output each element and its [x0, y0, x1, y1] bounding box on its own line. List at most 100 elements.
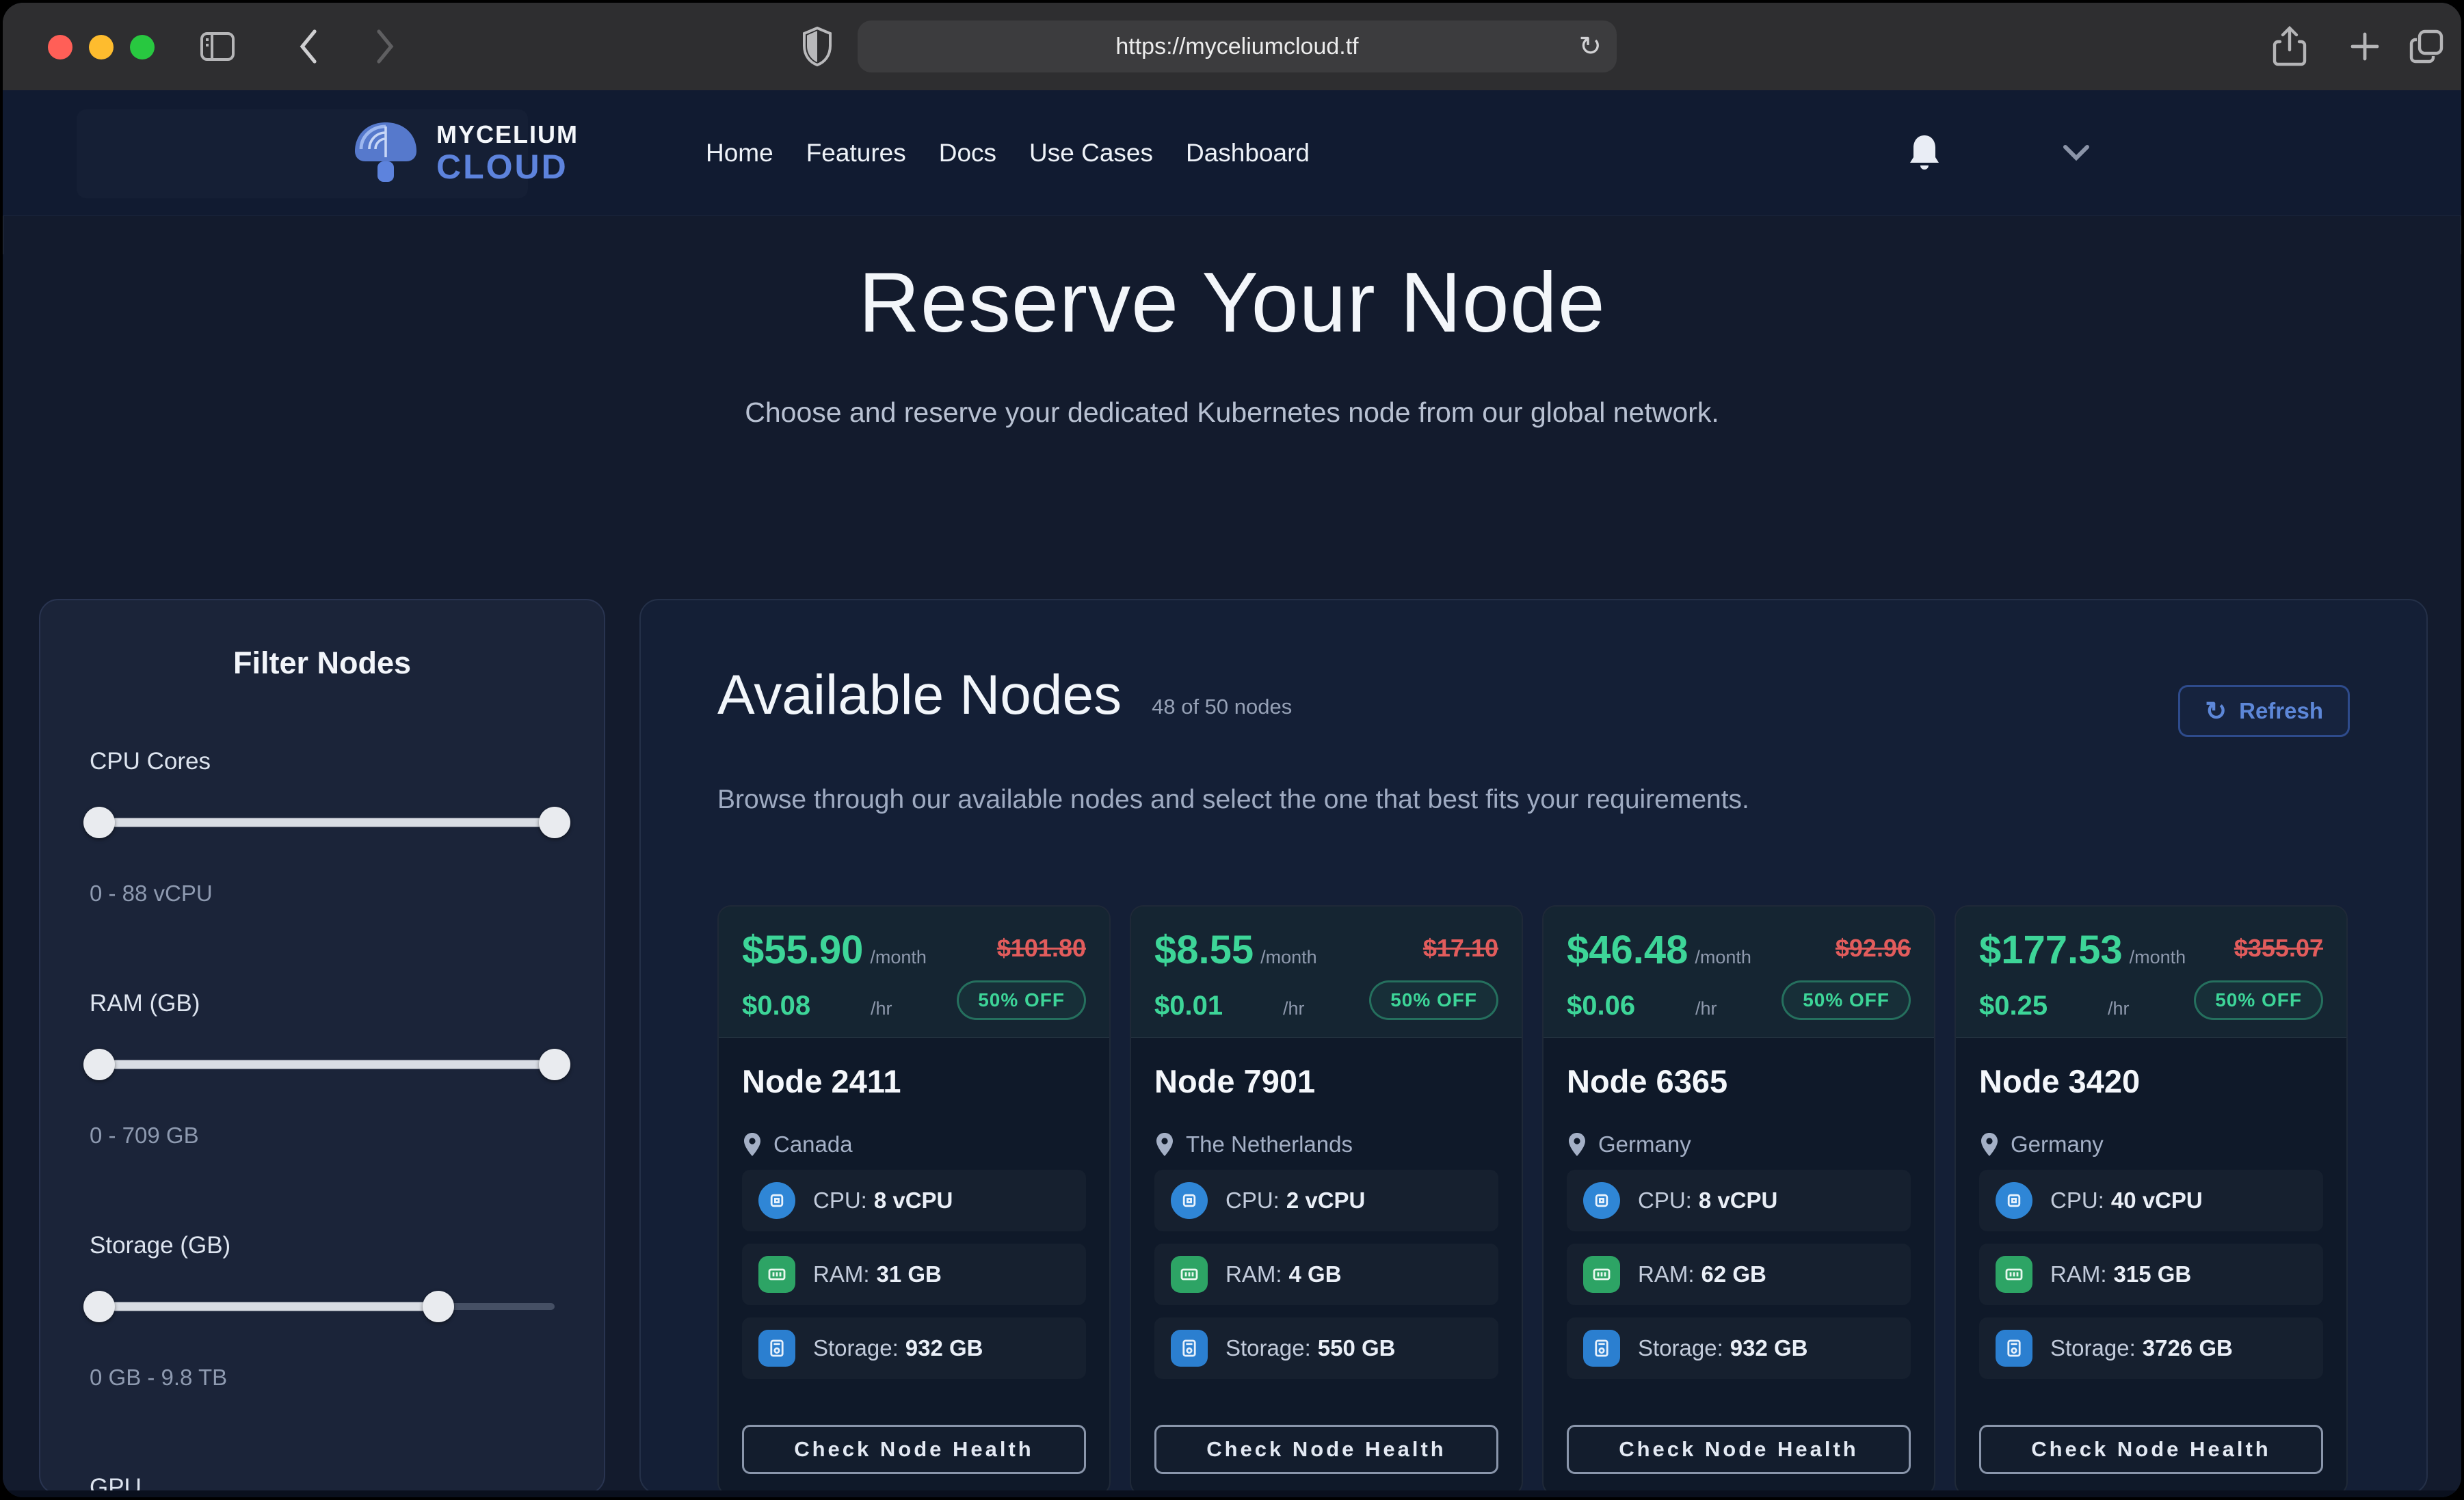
card-pricing-header: $46.48/month $0.06 /hr $92.96 50% OFF: [1544, 907, 1934, 1038]
cpu-slider-max-handle[interactable]: [539, 807, 570, 838]
cpu-slider-fill: [90, 818, 555, 827]
sidebar-icon[interactable]: [200, 31, 235, 62]
per-hour-label: /hr: [2108, 998, 2130, 1019]
back-icon[interactable]: [295, 27, 323, 66]
ram-icon: [1583, 1256, 1620, 1293]
filter-panel: Filter Nodes CPU Cores 0 - 88 vCPU RAM (…: [39, 599, 605, 1495]
card-pricing-header: $55.90/month $0.08 /hr $101.80 50% OFF: [719, 907, 1109, 1038]
cpu-value: 40 vCPU: [2111, 1188, 2203, 1213]
card-body: Node 6365 Germany CPU:8 vCPU: [1544, 1038, 1934, 1495]
share-icon[interactable]: [2272, 25, 2307, 68]
storage-value: 932 GB: [1730, 1335, 1808, 1361]
brand-logo[interactable]: MYCELIUM CLOUD: [345, 112, 579, 194]
node-card[interactable]: $177.53/month $0.25 /hr $355.07 50% OFF …: [1955, 905, 2348, 1495]
forward-icon[interactable]: [371, 27, 398, 66]
per-month-label: /month: [2130, 947, 2186, 967]
storage-slider-max-handle[interactable]: [423, 1291, 454, 1322]
storage-slider-min-handle[interactable]: [83, 1291, 115, 1322]
node-location: Germany: [1979, 1131, 2323, 1157]
storage-filter-label: Storage (GB): [90, 1232, 555, 1259]
cpu-range-slider[interactable]: [90, 807, 555, 838]
node-cards-row: $55.90/month $0.08 /hr $101.80 50% OFF N…: [717, 905, 2348, 1495]
address-bar[interactable]: https://myceliumcloud.tf ↻: [858, 21, 1617, 72]
storage-range-slider[interactable]: [90, 1291, 555, 1322]
page-title: Reserve Your Node: [3, 254, 2461, 351]
reload-icon[interactable]: ↻: [1578, 31, 1602, 62]
cpu-spec-row: CPU:2 vCPU: [1154, 1170, 1498, 1231]
ram-slider-max-handle[interactable]: [539, 1049, 570, 1080]
zoom-window-button[interactable]: [130, 35, 155, 59]
screenshot-root: https://myceliumcloud.tf ↻: [0, 0, 2464, 1500]
notifications-bell-icon[interactable]: [1905, 133, 1944, 174]
discount-badge: 50% OFF: [957, 980, 1086, 1020]
nodes-header-row: Available Nodes 48 of 50 nodes: [717, 663, 1292, 727]
node-card[interactable]: $46.48/month $0.06 /hr $92.96 50% OFF No…: [1542, 905, 1935, 1495]
brand-wordmark: MYCELIUM CLOUD: [436, 122, 579, 184]
cpu-spec-row: CPU:8 vCPU: [1567, 1170, 1911, 1231]
check-node-health-button[interactable]: Check Node Health: [1154, 1425, 1498, 1474]
cpu-icon: [758, 1182, 795, 1219]
cpu-value: 2 vCPU: [1286, 1188, 1366, 1213]
node-name: Node 2411: [742, 1062, 1086, 1100]
account-chevron-down-icon[interactable]: [2060, 142, 2093, 165]
location-text: Canada: [773, 1131, 853, 1157]
ram-icon: [758, 1256, 795, 1293]
storage-value: 550 GB: [1318, 1335, 1396, 1361]
node-name: Node 7901: [1154, 1062, 1498, 1100]
ram-value: 62 GB: [1701, 1261, 1766, 1287]
original-price: $17.10: [1423, 934, 1498, 963]
site-navbar: MYCELIUM CLOUD Home Features Docs Use Ca…: [3, 90, 2461, 216]
storage-icon: [758, 1330, 795, 1367]
per-month-label: /month: [870, 947, 927, 967]
new-tab-icon[interactable]: [2347, 29, 2383, 64]
price-monthly: $46.48: [1567, 928, 1688, 972]
minimize-window-button[interactable]: [89, 35, 114, 59]
brand-line-top: MYCELIUM: [436, 122, 579, 147]
cpu-spec-row: CPU:8 vCPU: [742, 1170, 1086, 1231]
cpu-icon: [1583, 1182, 1620, 1219]
node-card[interactable]: $8.55/month $0.01 /hr $17.10 50% OFF Nod…: [1130, 905, 1523, 1495]
check-node-health-button[interactable]: Check Node Health: [1979, 1425, 2323, 1474]
ram-range-slider[interactable]: [90, 1049, 555, 1080]
location-pin-icon: [1567, 1131, 1587, 1157]
ram-icon: [1171, 1256, 1208, 1293]
window-bottom-band: [3, 1490, 2461, 1497]
storage-label: Storage:: [2050, 1335, 2136, 1361]
nav-item-features[interactable]: Features: [806, 139, 906, 168]
ram-value: 315 GB: [2114, 1261, 2192, 1287]
ram-icon: [1996, 1256, 2032, 1293]
price-monthly: $8.55: [1154, 928, 1254, 972]
ram-label: RAM:: [2050, 1261, 2107, 1287]
ram-spec-row: RAM: 4 GB: [1154, 1244, 1498, 1305]
node-card[interactable]: $55.90/month $0.08 /hr $101.80 50% OFF N…: [717, 905, 1111, 1495]
close-window-button[interactable]: [48, 35, 72, 59]
nav-item-docs[interactable]: Docs: [939, 139, 996, 168]
location-pin-icon: [742, 1131, 763, 1157]
ram-value: 4 GB: [1289, 1261, 1342, 1287]
traffic-lights: [48, 35, 155, 59]
nodes-heading: Available Nodes: [717, 663, 1122, 727]
check-node-health-button[interactable]: Check Node Health: [742, 1425, 1086, 1474]
cpu-filter-label: CPU Cores: [90, 748, 555, 775]
card-body: Node 3420 Germany CPU:40 vCPU: [1956, 1038, 2346, 1495]
refresh-button[interactable]: ↻ Refresh: [2178, 685, 2350, 737]
cpu-slider-min-handle[interactable]: [83, 807, 115, 838]
cpu-label: CPU:: [813, 1188, 867, 1213]
ram-slider-min-handle[interactable]: [83, 1049, 115, 1080]
check-node-health-button[interactable]: Check Node Health: [1567, 1425, 1911, 1474]
tab-overview-icon[interactable]: [2407, 27, 2446, 66]
cpu-label: CPU:: [2050, 1188, 2104, 1213]
cpu-label: CPU:: [1638, 1188, 1692, 1213]
nav-item-dashboard[interactable]: Dashboard: [1186, 139, 1310, 168]
nav-item-home[interactable]: Home: [706, 139, 773, 168]
storage-filter-range: 0 GB - 9.8 TB: [90, 1365, 555, 1391]
node-name: Node 6365: [1567, 1062, 1911, 1100]
ram-label: RAM:: [1226, 1261, 1282, 1287]
discount-badge: 50% OFF: [2194, 980, 2323, 1020]
refresh-icon: ↻: [2205, 696, 2227, 727]
storage-icon: [1171, 1330, 1208, 1367]
location-text: Germany: [2011, 1131, 2104, 1157]
nav-item-use-cases[interactable]: Use Cases: [1029, 139, 1153, 168]
privacy-shield-icon[interactable]: [802, 27, 833, 66]
location-text: Germany: [1598, 1131, 1691, 1157]
